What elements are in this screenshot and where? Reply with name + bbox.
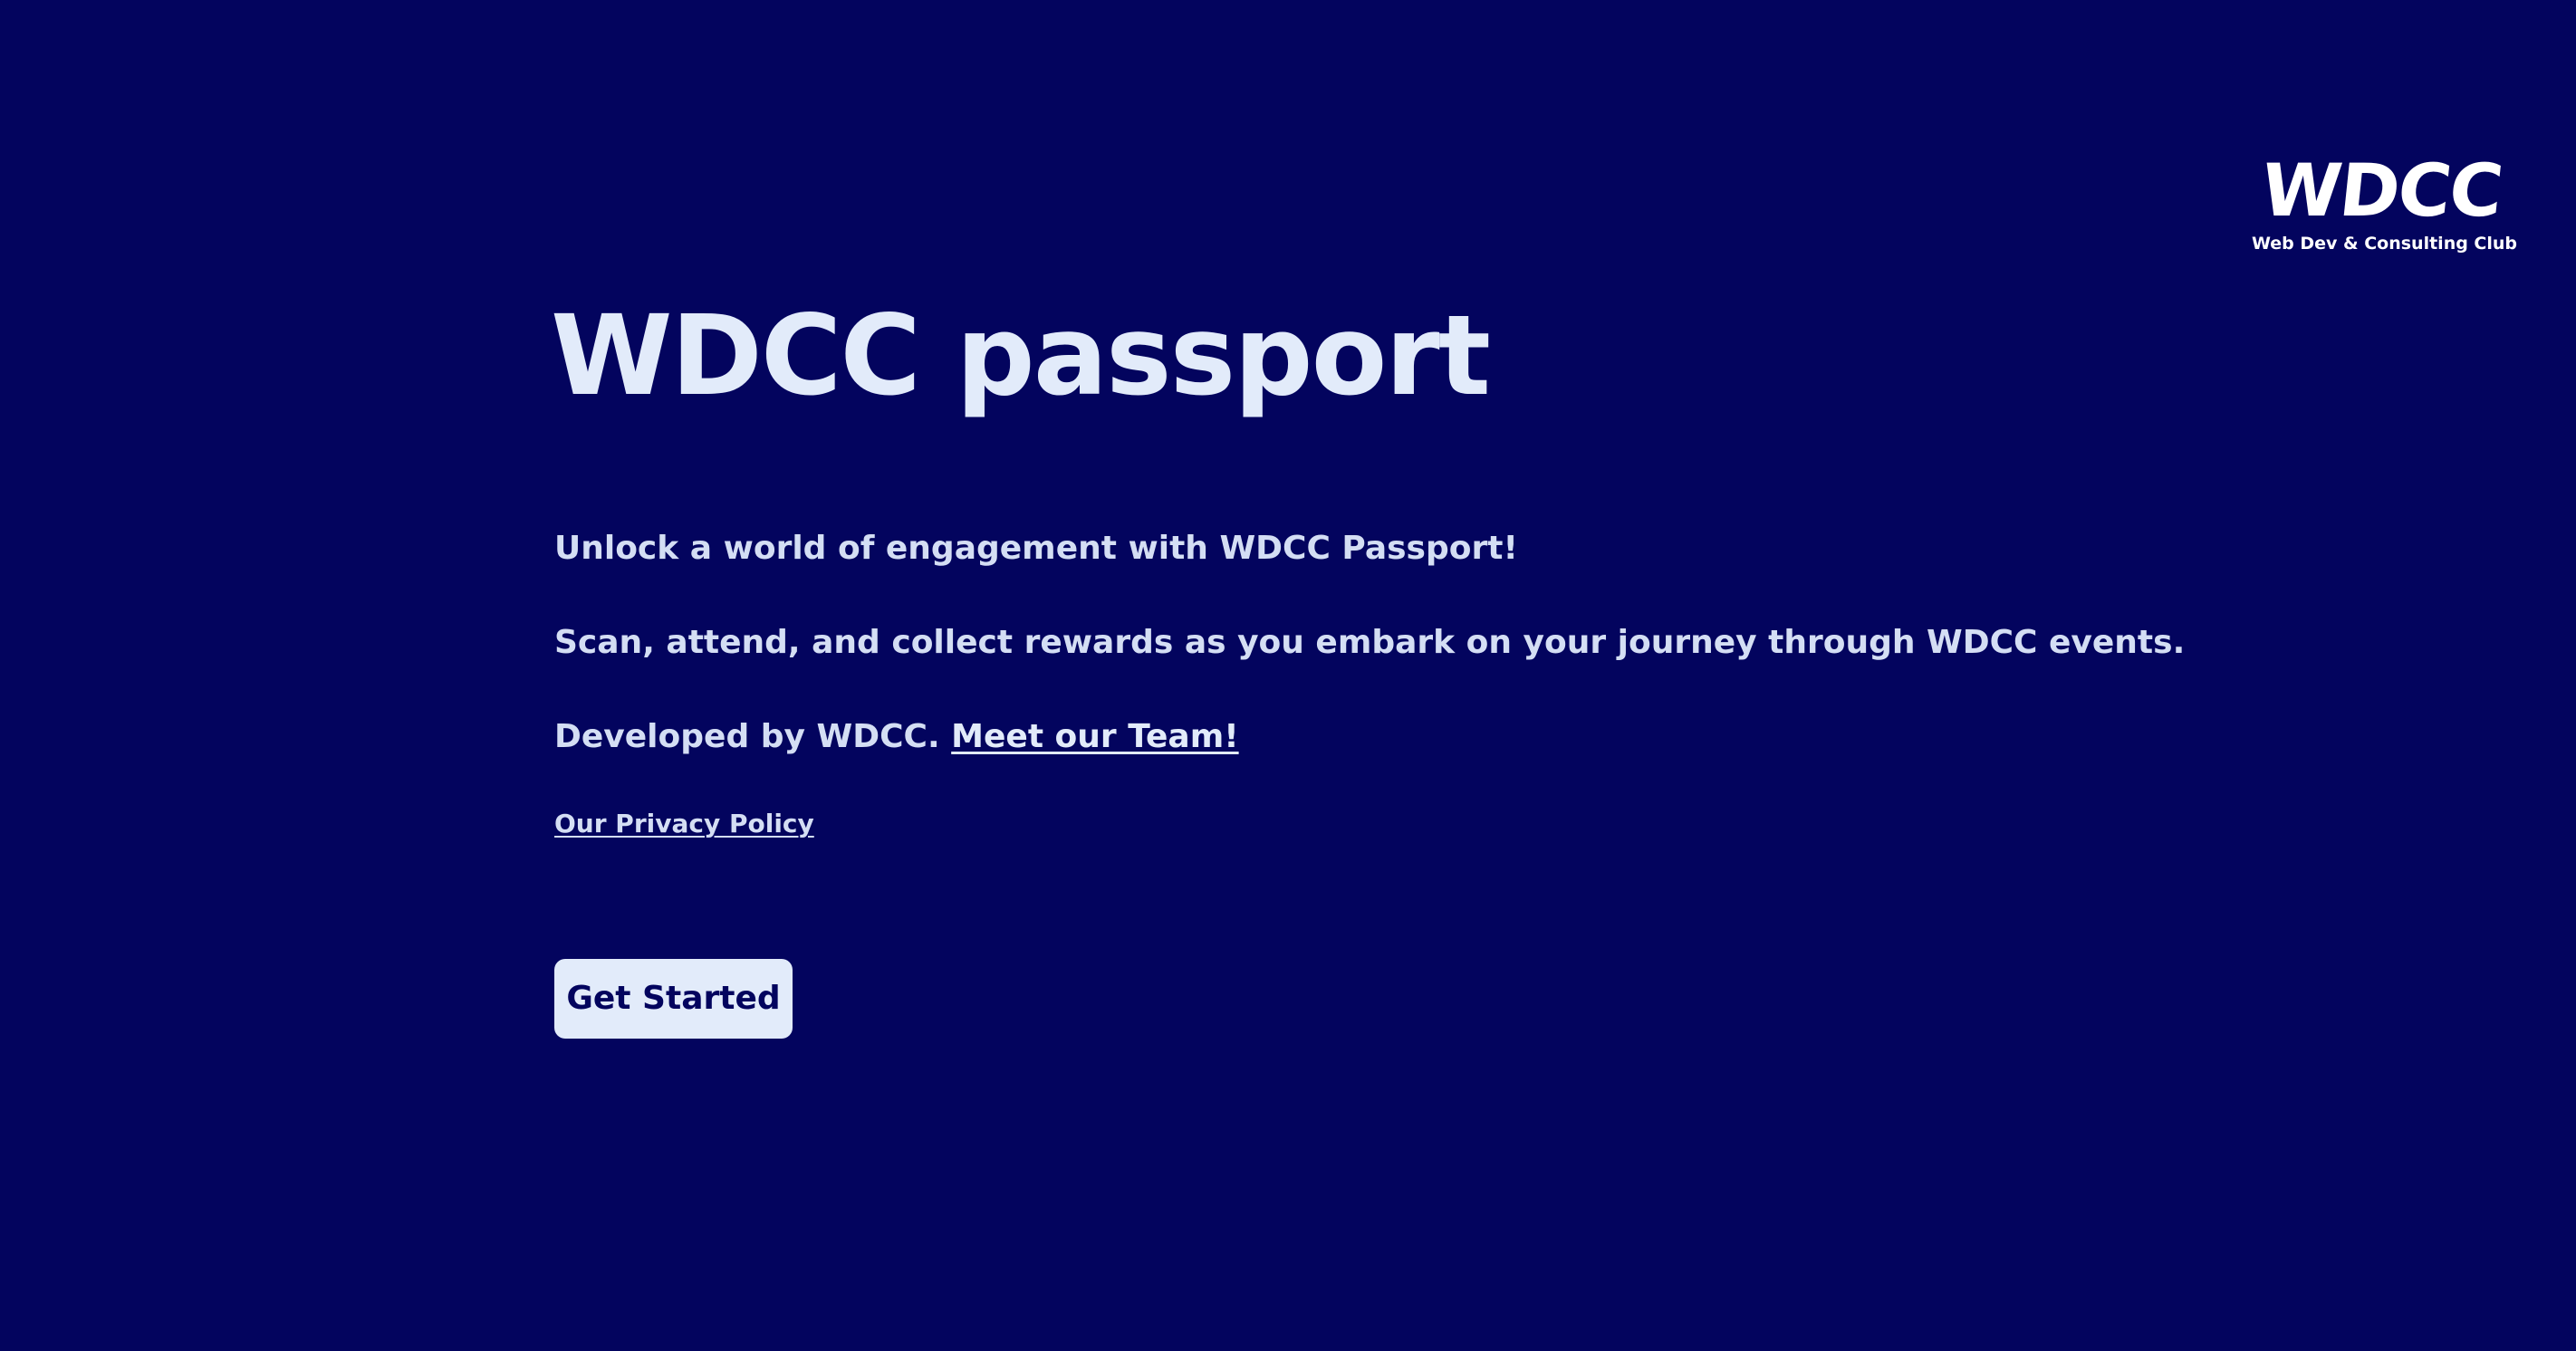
- developer-credit: Developed by WDCC. Meet our Team!: [554, 717, 1239, 757]
- intro-text: Unlock a world of engagement with WDCC P…: [554, 530, 1518, 567]
- logo-subtitle: Web Dev & Consulting Club: [2252, 234, 2518, 254]
- developer-credit-prefix: Developed by WDCC.: [554, 718, 952, 755]
- landing-page: WDCC Web Dev & Consulting Club WDCC pass…: [0, 0, 2576, 1351]
- wdcc-logo[interactable]: WDCC Web Dev & Consulting Club: [2252, 149, 2518, 254]
- logo-mark: WDCC: [2257, 149, 2505, 233]
- get-started-button[interactable]: Get Started: [554, 959, 793, 1039]
- privacy-policy-link[interactable]: Our Privacy Policy: [554, 808, 814, 840]
- page-title: WDCC passport: [551, 292, 1491, 420]
- description-text: Scan, attend, and collect rewards as you…: [554, 624, 2186, 661]
- meet-team-link[interactable]: Meet our Team!: [951, 718, 1238, 755]
